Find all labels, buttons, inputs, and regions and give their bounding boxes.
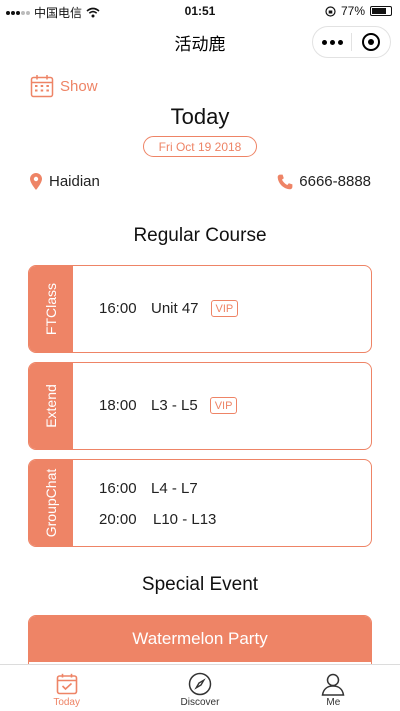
mini-program-capsule xyxy=(312,26,391,58)
close-icon xyxy=(362,33,380,51)
event-name: Watermelon Party xyxy=(29,616,371,662)
special-event-heading: Special Event xyxy=(141,574,259,595)
course-tag-label: Extend xyxy=(43,384,59,428)
compass-icon xyxy=(188,672,212,696)
course-time: 16:00 xyxy=(99,300,137,317)
nav-bar: 活动鹿 xyxy=(0,22,400,64)
course-card-extend[interactable]: Extend 18:00 L3 - L5 VIP xyxy=(28,362,372,450)
vip-badge: VIP xyxy=(210,300,239,317)
status-right: 77% xyxy=(325,4,392,18)
location-label: Haidian xyxy=(49,173,100,190)
show-calendar-button[interactable]: Show xyxy=(30,74,98,98)
regular-course-heading: Regular Course xyxy=(133,225,267,246)
tab-today[interactable]: Today xyxy=(0,665,133,711)
calendar-icon xyxy=(56,673,77,695)
status-bar: 中国电信 01:51 77% xyxy=(0,0,400,22)
date-badge: Fri Oct 19 2018 xyxy=(143,136,257,157)
show-label: Show xyxy=(60,77,98,95)
course-tag: Extend xyxy=(29,363,73,449)
location-info: Haidian xyxy=(30,173,100,190)
course-lesson: L4 - L7 xyxy=(151,480,198,497)
tab-me[interactable]: Me xyxy=(267,665,400,711)
course-tag: FTClass xyxy=(29,266,73,352)
tab-label: Today xyxy=(53,697,80,708)
phone-info[interactable]: 6666-8888 xyxy=(277,173,371,190)
location-pin-icon xyxy=(30,173,42,190)
course-row: 20:00 L10 - L13 xyxy=(99,511,216,528)
course-lesson: L10 - L13 xyxy=(153,511,217,528)
calendar-icon xyxy=(30,75,54,98)
close-button[interactable] xyxy=(352,27,390,57)
orientation-lock-icon xyxy=(325,5,336,17)
tab-bar: Today Discover Me xyxy=(0,664,400,711)
battery-icon xyxy=(370,6,392,16)
course-tag-label: FTClass xyxy=(43,282,59,336)
tab-label: Me xyxy=(326,697,341,708)
battery-percent: 77% xyxy=(340,4,365,18)
course-card-groupchat[interactable]: GroupChat 16:00 L4 - L7 20:00 L10 - L13 xyxy=(28,459,372,547)
more-icon xyxy=(321,39,343,45)
course-time: 16:00 xyxy=(99,480,137,497)
person-icon xyxy=(321,673,345,696)
course-tag-label: GroupChat xyxy=(43,468,60,538)
course-time: 20:00 xyxy=(99,511,137,528)
tab-label: Discover xyxy=(180,697,220,708)
course-row: 18:00 L3 - L5 VIP xyxy=(99,397,238,414)
course-tag: GroupChat xyxy=(29,460,73,546)
course-card-ftclass[interactable]: FTClass 16:00 Unit 47 VIP xyxy=(28,265,372,353)
tab-discover[interactable]: Discover xyxy=(133,665,266,711)
course-lesson: Unit 47 xyxy=(151,300,199,317)
phone-icon xyxy=(277,174,293,189)
phone-number: 6666-8888 xyxy=(299,173,371,190)
course-time: 18:00 xyxy=(99,397,137,414)
course-row: 16:00 L4 - L7 xyxy=(99,480,198,497)
today-heading: Today xyxy=(170,104,230,129)
course-row: 16:00 Unit 47 VIP xyxy=(99,300,239,317)
vip-badge: VIP xyxy=(209,397,238,414)
course-lesson: L3 - L5 xyxy=(151,397,198,414)
more-button[interactable] xyxy=(313,27,351,57)
